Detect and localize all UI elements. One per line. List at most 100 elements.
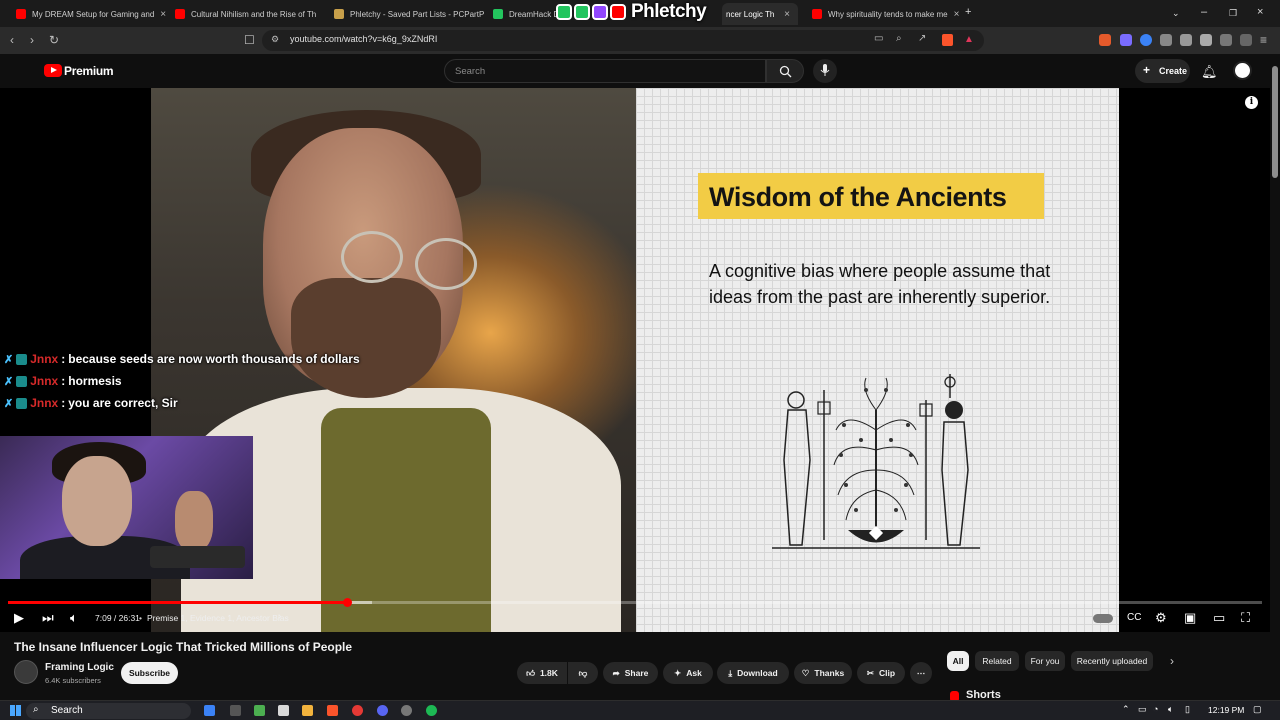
window-close-icon[interactable]: × (1257, 6, 1263, 18)
cast-icon[interactable]: ▭ (874, 33, 883, 44)
vpn-icon[interactable] (1240, 34, 1252, 46)
browser-tab[interactable]: Phletchy - Saved Part Lists - PCPartP (326, 3, 486, 25)
browser-toolbar: ‹ › ↻ ☐ ⚙ youtube.com/watch?v=k6g_9xZNdR… (0, 27, 1280, 54)
media-icon[interactable] (1180, 34, 1192, 46)
channel-avatar[interactable] (14, 660, 38, 684)
address-bar[interactable]: ⚙ youtube.com/watch?v=k6g_9xZNdRI ▭ ⌕ ↗ … (262, 30, 984, 51)
like-button[interactable]: 👍︎ 1.8K (517, 662, 567, 684)
volume-tray-icon[interactable]: 🔈︎ (1168, 704, 1173, 715)
clip-button[interactable]: ✂ Clip (857, 662, 905, 684)
browser-tab[interactable]: Why spirituality tends to make me × (804, 3, 964, 25)
extension-icon[interactable] (1140, 34, 1152, 46)
forward-icon[interactable]: › (30, 33, 34, 47)
subscribe-button[interactable]: Subscribe (121, 662, 178, 684)
chips-next-chevron-icon[interactable]: › (1170, 654, 1174, 668)
chat-separator: : (61, 352, 66, 366)
youtube-logo-icon[interactable] (44, 64, 62, 77)
settings-gear-icon[interactable]: ⚙ (1155, 610, 1167, 626)
miniplayer-icon[interactable]: ▣ (1184, 610, 1196, 626)
restore-icon[interactable]: ❐ (1229, 8, 1237, 19)
share-button[interactable]: ➦ Share (603, 662, 658, 684)
brave-browser-icon[interactable] (327, 705, 338, 716)
network-icon[interactable]: ◔ (1153, 704, 1158, 714)
theater-mode-icon[interactable]: ▭ (1213, 610, 1225, 626)
notifications-bell-icon[interactable]: 🔔︎ (1201, 64, 1218, 80)
taskbar-app-icon[interactable] (278, 705, 289, 716)
brave-shields-icon[interactable] (942, 34, 953, 46)
new-tab-icon[interactable]: + (965, 6, 971, 18)
browser-tab[interactable]: My DREAM Setup for Gaming and × (8, 3, 168, 25)
volume-icon[interactable]: 🔈︎ (70, 610, 78, 626)
create-label: Create (1159, 66, 1188, 76)
chip-all[interactable]: All (947, 651, 969, 671)
menu-icon[interactable]: ≡ (1260, 33, 1267, 47)
battery-icon[interactable]: ▯ (1185, 704, 1190, 715)
chip-related[interactable]: Related (975, 651, 1019, 671)
scrollbar-thumb[interactable] (1272, 66, 1278, 178)
tray-overflow-icon[interactable]: ⌃ (1122, 704, 1130, 715)
fullscreen-icon[interactable]: ⛶ (1241, 610, 1250, 626)
account-avatar[interactable] (1233, 61, 1252, 80)
extensions-puzzle-icon[interactable] (1160, 34, 1172, 46)
close-tab-icon[interactable]: × (784, 9, 790, 20)
brave-rewards-icon[interactable]: ▲ (964, 34, 974, 45)
chat-username: Jnnx (30, 352, 59, 366)
site-info-icon[interactable]: ⚙ (271, 34, 279, 45)
leo-icon[interactable] (1220, 34, 1232, 46)
more-actions-button[interactable]: ⋯ (910, 662, 932, 684)
discord-icon[interactable] (377, 705, 388, 716)
channel-name[interactable]: Framing Logic (45, 662, 114, 673)
task-view-icon[interactable] (230, 705, 241, 716)
youtube-premium-label[interactable]: Premium (64, 64, 114, 78)
thanks-button[interactable]: ♡ Thanks (794, 662, 852, 684)
chapter-chevron-icon[interactable]: › (278, 611, 281, 622)
chapter-title[interactable]: Premise 1, Evidence 1, Ancestor Bias (147, 613, 289, 623)
zoom-icon[interactable]: ⌕ (896, 33, 902, 44)
taskbar-app-icon[interactable] (254, 705, 265, 716)
reload-icon[interactable]: ↻ (49, 33, 59, 47)
dislike-button[interactable]: 👎︎ (568, 662, 598, 684)
bookmark-icon[interactable]: ☐ (244, 33, 255, 47)
browser-tab[interactable]: DreamHack Da (485, 3, 565, 25)
extension-icon[interactable] (1120, 34, 1132, 46)
tab-title: My DREAM Setup for Gaming and (32, 9, 155, 19)
ask-label: Ask (686, 668, 702, 678)
info-icon[interactable]: i (1245, 96, 1258, 109)
search-button[interactable] (766, 59, 804, 83)
taskbar-clock[interactable]: 12:19 PM (1208, 705, 1244, 715)
video-title: The Insane Influencer Logic That Tricked… (14, 640, 353, 654)
next-video-icon[interactable]: ⏭ (42, 610, 54, 626)
progress-scrubber-handle[interactable] (342, 598, 352, 607)
browser-tab[interactable]: Cultural Nihilism and the Rise of Th (167, 3, 327, 25)
ask-button[interactable]: ✦ Ask (663, 662, 713, 684)
file-explorer-icon[interactable] (302, 705, 313, 716)
sidebar-icon[interactable] (1200, 34, 1212, 46)
chip-for-you[interactable]: For you (1025, 651, 1065, 671)
download-button[interactable]: ⤓ Download (717, 662, 789, 684)
tab-search-icon[interactable]: ⌄ (1172, 8, 1180, 19)
webcam-streamer-hand (175, 491, 213, 551)
play-icon[interactable]: ▶ (14, 610, 24, 626)
notification-center-icon[interactable]: ▢ (1253, 704, 1262, 715)
back-icon[interactable]: ‹ (10, 33, 14, 47)
obs-icon[interactable] (401, 705, 412, 716)
create-button[interactable]: + Create (1135, 59, 1190, 83)
time-display: 7:09 / 26:31 (95, 613, 140, 623)
share-page-icon[interactable]: ↗ (918, 33, 926, 44)
search-input[interactable]: Search (444, 59, 766, 83)
spotify-icon[interactable] (426, 705, 437, 716)
chip-recently-uploaded[interactable]: Recently uploaded (1071, 651, 1153, 671)
browser-tab-active[interactable]: ncer Logic Th × (722, 3, 798, 25)
voice-search-button[interactable] (813, 59, 837, 83)
close-tab-icon[interactable]: × (160, 9, 166, 20)
close-tab-icon[interactable]: × (954, 9, 960, 20)
windows-start-icon[interactable] (10, 705, 21, 716)
minimize-icon[interactable]: – (1201, 6, 1207, 18)
kick-icon (556, 4, 572, 20)
copilot-icon[interactable] (204, 705, 215, 716)
taskbar-app-icon[interactable] (352, 705, 363, 716)
tray-app-icon[interactable]: ▭ (1138, 704, 1147, 715)
extension-icon[interactable] (1099, 34, 1111, 46)
autoplay-toggle[interactable] (1093, 614, 1113, 623)
captions-icon[interactable]: CC (1127, 612, 1141, 623)
